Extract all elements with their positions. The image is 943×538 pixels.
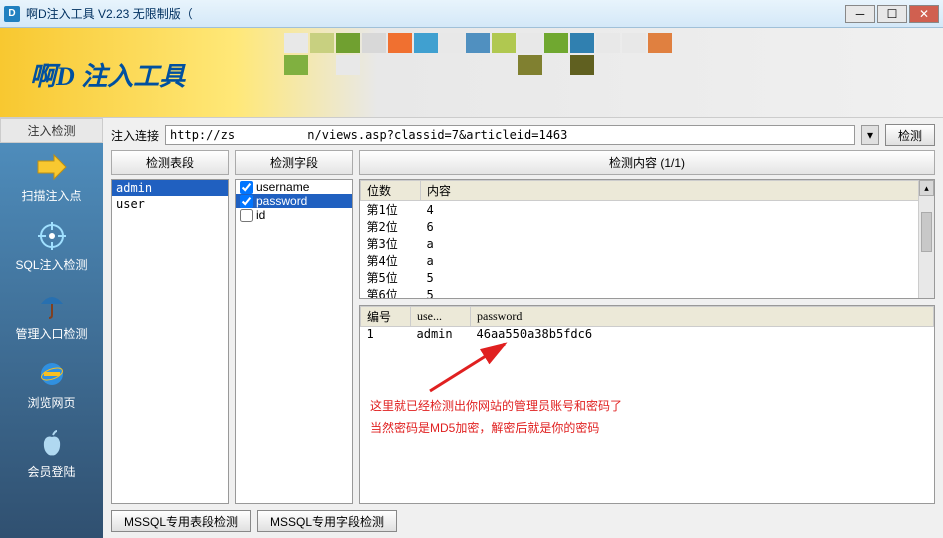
scroll-up-icon[interactable]: ▴	[919, 180, 934, 196]
ie-icon	[36, 358, 68, 390]
field-checkbox[interactable]	[240, 181, 253, 194]
list-item[interactable]: user	[112, 196, 228, 212]
content-area: 注入连接 ▾ 检测 检测表段 检测字段 检测内容 (1/1) admin use…	[103, 118, 943, 538]
panel-title-tables[interactable]: 检测表段	[111, 150, 229, 175]
field-name: password	[256, 194, 307, 208]
annotation-text: 这里就已经检测出你网站的管理员账号和密码了 当然密码是MD5加密，解密后就是你的…	[370, 396, 622, 439]
close-button[interactable]: ✕	[909, 5, 939, 23]
panel-title-content[interactable]: 检测内容 (1/1)	[359, 150, 935, 175]
sidebar: 注入检测 扫描注入点 SQL注入检测 管理入口检测 浏览网页	[0, 118, 103, 538]
field-checkbox[interactable]	[240, 195, 253, 208]
annotation-line1: 这里就已经检测出你网站的管理员账号和密码了	[370, 396, 622, 418]
field-row[interactable]: username	[236, 180, 352, 194]
table-row[interactable]: 第1位4	[361, 201, 934, 219]
col-user: use...	[411, 307, 471, 327]
mssql-table-button[interactable]: MSSQL专用表段检测	[111, 510, 251, 532]
detect-button[interactable]: 检测	[885, 124, 935, 146]
field-row[interactable]: id	[236, 208, 352, 222]
window-titlebar: D 啊D注入工具 V2.23 无限制版（ ─ ☐ ✕	[0, 0, 943, 28]
table-row[interactable]: 第3位a	[361, 235, 934, 252]
apple-icon	[36, 427, 68, 459]
maximize-button[interactable]: ☐	[877, 5, 907, 23]
scrollbar-vertical[interactable]: ▴	[918, 180, 934, 298]
sidebar-item-label: SQL注入检测	[15, 256, 87, 273]
minimize-button[interactable]: ─	[845, 5, 875, 23]
arrow-right-icon	[36, 151, 68, 183]
window-title: 啊D注入工具 V2.23 无限制版（	[26, 5, 845, 22]
url-label: 注入连接	[111, 127, 159, 144]
col-id: 编号	[361, 307, 411, 327]
table-row[interactable]: 1 admin 46aa550a38b5fdc6	[361, 327, 934, 342]
annotation-line2: 当然密码是MD5加密，解密后就是你的密码	[370, 418, 622, 440]
url-input[interactable]	[165, 125, 855, 145]
mssql-field-button[interactable]: MSSQL专用字段检测	[257, 510, 397, 532]
field-checkbox[interactable]	[240, 209, 253, 222]
col-content: 内容	[421, 181, 934, 201]
scroll-thumb[interactable]	[921, 212, 932, 252]
sidebar-item-scan[interactable]: 扫描注入点	[0, 143, 103, 212]
sidebar-item-label: 会员登陆	[27, 463, 75, 480]
table-row[interactable]: 第2位6	[361, 218, 934, 235]
sidebar-item-label: 扫描注入点	[21, 187, 81, 204]
target-icon	[36, 220, 68, 252]
field-name: username	[256, 180, 309, 194]
sidebar-item-sql[interactable]: SQL注入检测	[0, 212, 103, 281]
fields-list[interactable]: username password id	[235, 179, 353, 504]
banner: 啊D 注入工具	[0, 28, 943, 118]
url-dropdown-button[interactable]: ▾	[861, 125, 879, 145]
sidebar-item-login[interactable]: 会员登陆	[0, 419, 103, 488]
table-row[interactable]: 第6位5	[361, 286, 934, 299]
table-row[interactable]: 第5位5	[361, 269, 934, 286]
sidebar-item-label: 管理入口检测	[15, 325, 87, 342]
tables-list[interactable]: admin user	[111, 179, 229, 504]
results-table-panel: 编号 use... password 1 admin 46aa550a38b5f…	[359, 305, 935, 504]
sidebar-item-browse[interactable]: 浏览网页	[0, 350, 103, 419]
list-item[interactable]: admin	[112, 180, 228, 196]
umbrella-icon	[36, 289, 68, 321]
banner-title: 啊D 注入工具	[30, 56, 185, 93]
app-icon: D	[4, 6, 20, 22]
field-name: id	[256, 208, 265, 222]
sidebar-header: 注入检测	[0, 118, 103, 143]
field-row[interactable]: password	[236, 194, 352, 208]
col-password: password	[471, 307, 934, 327]
table-row[interactable]: 第4位a	[361, 252, 934, 269]
sidebar-item-admin[interactable]: 管理入口检测	[0, 281, 103, 350]
col-position: 位数	[361, 181, 421, 201]
sidebar-item-label: 浏览网页	[27, 394, 75, 411]
content-positions-table[interactable]: 位数 内容 第1位4 第2位6 第3位a 第4位a 第5位5 第6位5 第7位0…	[359, 179, 935, 299]
mosaic-decor	[283, 32, 703, 98]
panel-title-fields[interactable]: 检测字段	[235, 150, 353, 175]
annotation-arrow	[420, 336, 520, 396]
